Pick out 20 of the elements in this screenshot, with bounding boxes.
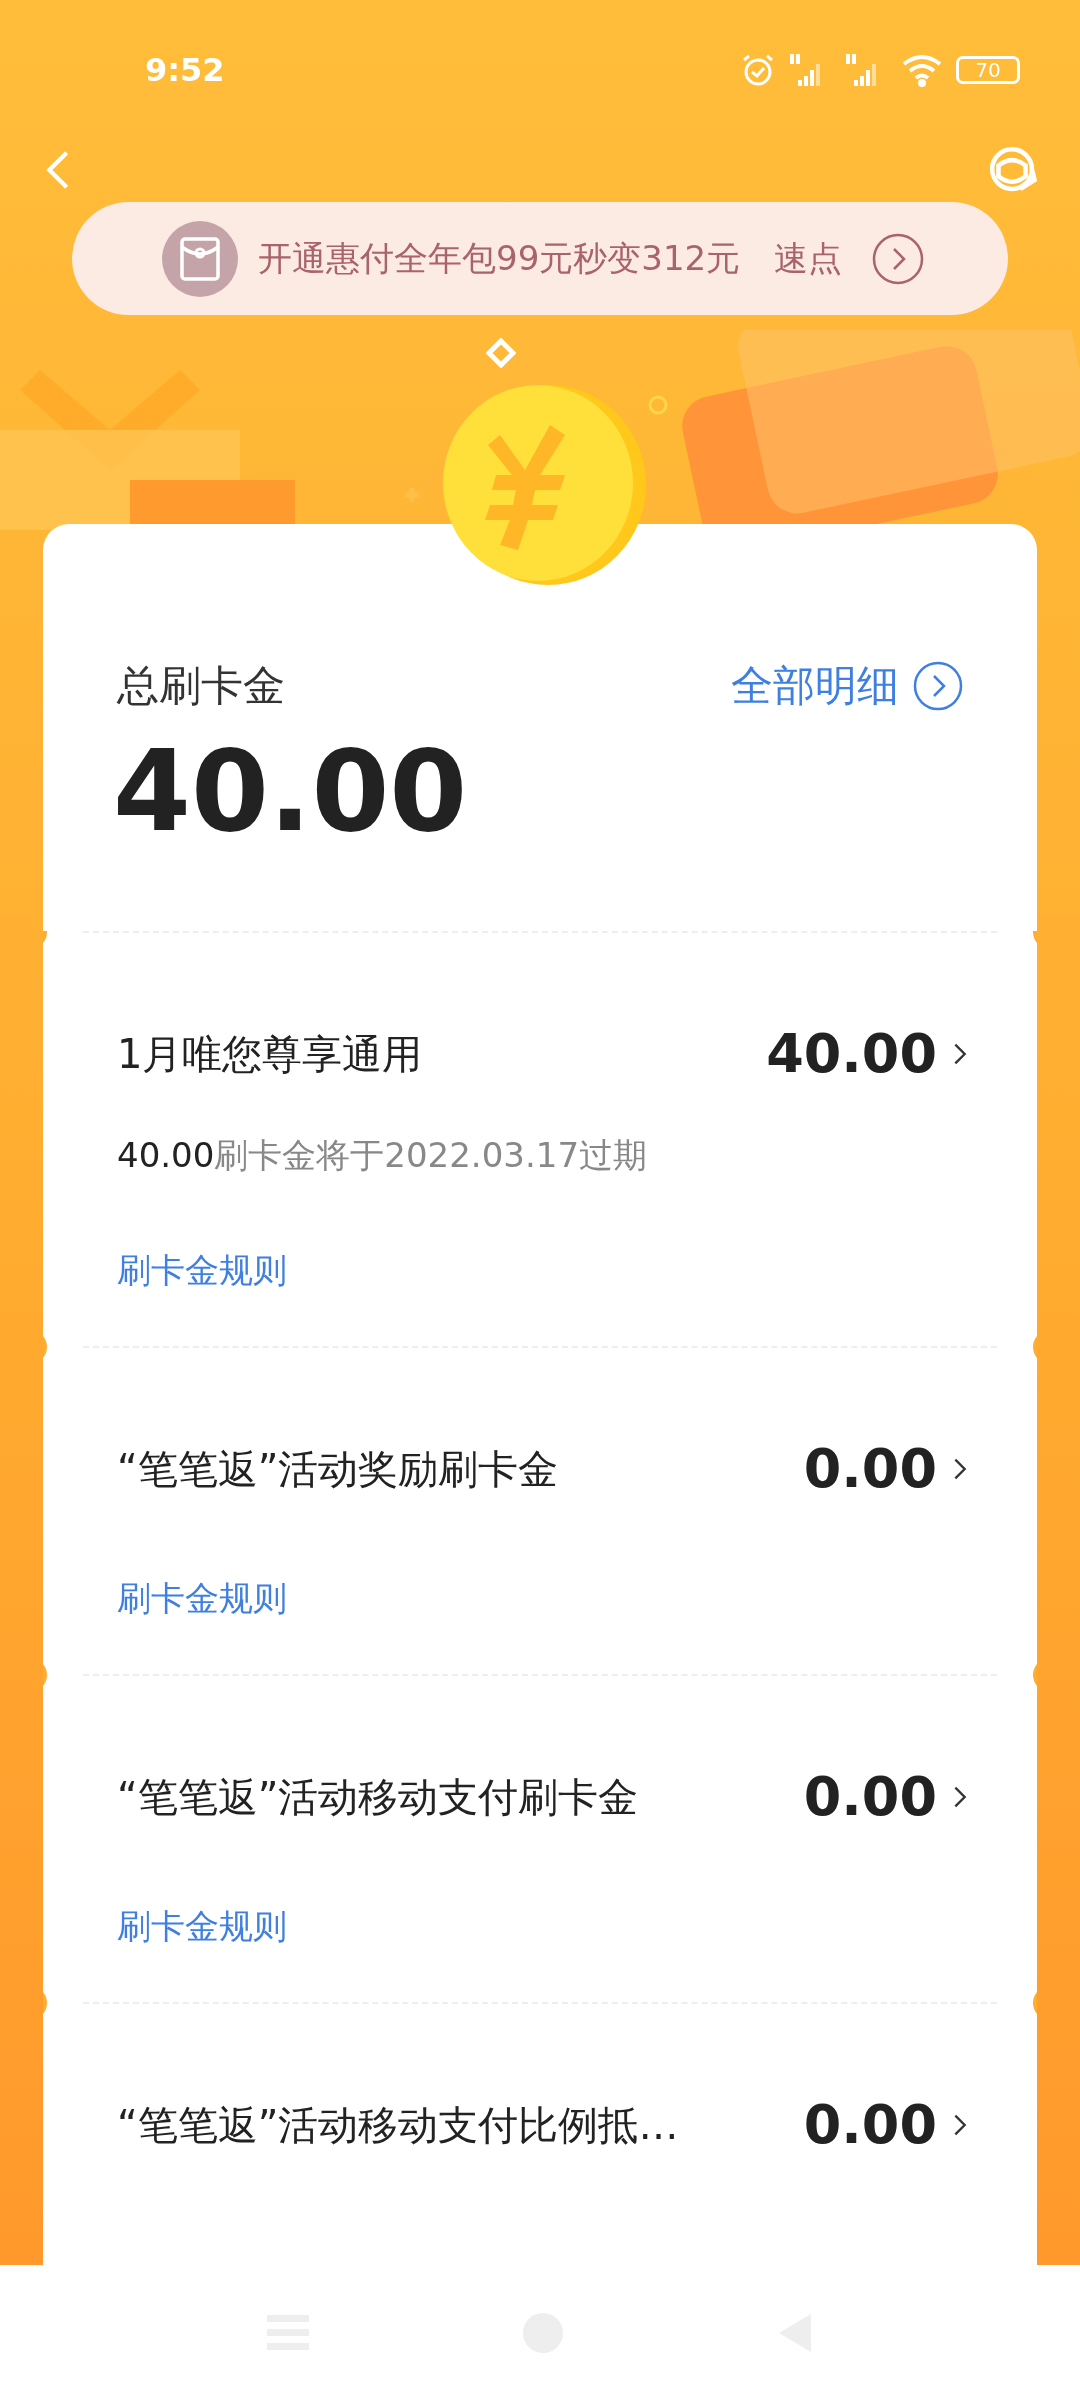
wifi-icon [900,52,944,88]
reward-row[interactable]: “笔笔返”活动移动支付刷卡金 0.00 [43,1676,1037,1837]
expiry-note: 40.00刷卡金将于2022.03.17过期 [116,1134,648,1177]
battery-indicator: 70 [956,56,1020,84]
arrow-right-circle-icon [872,232,925,285]
diamond-icon [486,338,516,368]
rules-link[interactable]: 刷卡金规则 [117,1573,287,1624]
rules-link[interactable]: 刷卡金规则 [117,1245,287,1296]
total-label: 总刷卡金 [117,660,285,712]
rules-link[interactable]: 刷卡金规则 [117,1901,287,1952]
reward-row[interactable]: 1月唯您尊享通用 40.00 [43,933,1037,1094]
all-details-link[interactable]: 全部明细 [731,654,963,717]
status-time: 9:52 [145,50,225,91]
total-amount: 40.00 [112,735,469,847]
reward-row[interactable]: “笔笔返”活动奖励刷卡金 0.00 [43,1348,1037,1509]
alarm-icon [740,52,776,88]
reward-row[interactable]: “笔笔返”活动移动支付比例抵… 0.00 [43,2004,1037,2165]
promo-banner[interactable]: 开通惠付全年包99元秒变312元 速点 [72,202,1008,315]
arrow-right-circle-icon [913,660,963,711]
envelope-icon [162,220,238,297]
